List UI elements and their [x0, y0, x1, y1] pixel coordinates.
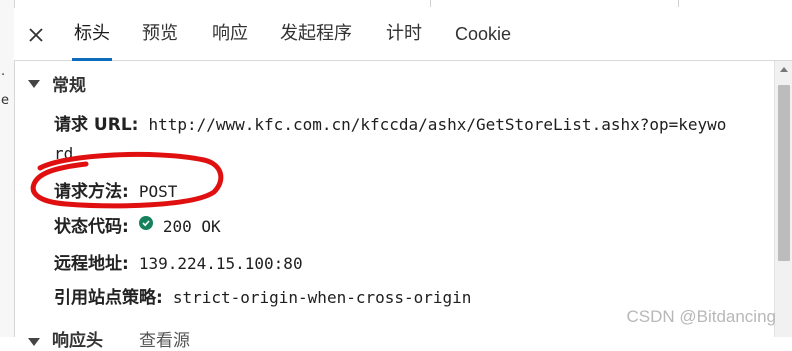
view-source-link[interactable]: 查看源	[139, 331, 190, 351]
request-url-label: 请求 URL:	[54, 115, 139, 135]
scroll-up-arrow-icon[interactable]	[780, 67, 788, 72]
section-title: 常规	[52, 75, 86, 96]
left-fragment: .	[1, 64, 6, 79]
status-code-value: 200 OK	[162, 217, 221, 236]
remote-address-row: 远程地址: 139.224.15.100:80	[54, 249, 303, 274]
request-url-value: http://www.kfc.com.cn/kfccda/ashx/GetSto…	[148, 115, 727, 134]
left-panel-edge: . e	[0, 0, 15, 337]
tab-headers[interactable]: 标头	[72, 8, 112, 61]
watermark: CSDN @Bitdancing	[626, 307, 776, 326]
general-section-header[interactable]: 常规	[28, 71, 86, 96]
close-panel-button[interactable]	[26, 25, 46, 45]
tab-preview[interactable]: 预览	[142, 8, 178, 60]
status-ok-icon	[138, 216, 153, 230]
close-icon	[29, 28, 43, 42]
top-divider	[14, 0, 792, 7]
referrer-policy-label: 引用站点策略:	[54, 288, 163, 308]
status-code-label: 状态代码:	[54, 217, 129, 237]
section-title: 响应头	[52, 331, 103, 351]
collapse-triangle-icon	[28, 80, 40, 88]
remote-address-label: 远程地址:	[54, 254, 129, 274]
referrer-policy-row: 引用站点策略: strict-origin-when-cross-origin	[54, 283, 471, 308]
left-fragment: e	[1, 93, 9, 108]
scrollbar-thumb[interactable]	[778, 85, 790, 261]
response-headers-section-header[interactable]: 响应头 查看源	[28, 326, 190, 351]
tab-cookies[interactable]: Cookie	[455, 8, 511, 60]
tab-timing[interactable]: 计时	[386, 8, 422, 60]
request-url-row: 请求 URL: http://www.kfc.com.cn/kfccda/ashx…	[54, 110, 726, 135]
remote-address-value: 139.224.15.100:80	[138, 254, 303, 273]
referrer-policy-value: strict-origin-when-cross-origin	[172, 288, 472, 307]
tab-initiator[interactable]: 发起程序	[280, 8, 352, 60]
hand-drawn-circle-annotation	[30, 151, 224, 209]
tab-response[interactable]: 响应	[212, 8, 248, 60]
tab-bar: 标头 预览 响应 发起程序 计时 Cookie	[14, 8, 792, 61]
status-code-row: 状态代码: 200 OK	[54, 212, 221, 237]
vertical-scrollbar[interactable]	[774, 61, 792, 337]
collapse-triangle-icon	[28, 338, 40, 346]
